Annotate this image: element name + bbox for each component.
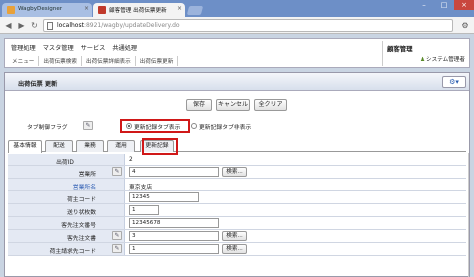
system-title: 顧客管理 (387, 45, 413, 53)
user-icon: ♟ (419, 57, 425, 63)
url-field[interactable]: localhost:8921/wagby/updateDelivery.do (43, 19, 453, 32)
tab-operation[interactable]: 運用 (107, 140, 135, 152)
back-icon[interactable]: ◀ (3, 20, 14, 31)
clear-all-button[interactable]: 全クリア (254, 99, 287, 111)
count-label: 送り状枚数 (67, 210, 96, 216)
wrench-icon[interactable]: ⚙ (459, 20, 471, 31)
system-box: 顧客管理 ♟システム管理者 (382, 41, 467, 66)
slip-search-button[interactable]: 検索... (222, 231, 247, 241)
field-label: 送り状枚数 (8, 204, 125, 216)
breadcrumb: メニュー 出荷伝票検索 出荷伝票詳細表示 出荷伝票更新 (8, 56, 179, 66)
favicon-icon (98, 6, 106, 14)
field-label: 客先注文書 (8, 230, 125, 242)
main-menu: 管理処理 マスタ管理 サービス 共通処理 (11, 43, 142, 52)
maximize-icon[interactable]: □ (434, 0, 454, 10)
field-label: 出荷ID (8, 154, 125, 166)
browser-tab-delivery-update[interactable]: 顧客管理 出荷伝票更新 × (93, 3, 185, 17)
highlight-box (120, 119, 190, 133)
field-label: 荷主コード (8, 191, 125, 203)
tab-business[interactable]: 業務 (76, 140, 104, 152)
page-icon (47, 22, 53, 30)
breadcrumb-update[interactable]: 出荷伝票更新 (136, 56, 179, 66)
form-grid: 出荷ID 2 営業所 ✎ 4 検索... 営業所名 東京支店 荷主コード 123… (8, 154, 466, 256)
help-icon[interactable]: ✎ (112, 231, 122, 240)
menu-item-common[interactable]: 共通処理 (112, 45, 137, 52)
browser-tab-bar: WagbyDesigner × 顧客管理 出荷伝票更新 × – □ × (0, 0, 474, 17)
form-row-slip: 客先注文書 ✎ 3 検索... (8, 230, 466, 243)
form-row-shop: 営業所 ✎ 4 検索... (8, 166, 466, 179)
billing-label: 荷主請求先コード (49, 249, 96, 255)
panel-title-bar: 出荷伝票 更新 ⚙▾ (5, 73, 469, 91)
favicon-icon (7, 6, 15, 14)
help-icon[interactable]: ✎ (112, 244, 122, 253)
help-icon[interactable]: ✎ (112, 167, 122, 176)
radio-hide-history-label[interactable]: 更新記録タブ非表示 (199, 122, 251, 131)
field-label: 荷主請求先コード (8, 243, 125, 255)
reload-icon[interactable]: ↻ (29, 20, 40, 31)
form-row-customer: 荷主コード 12345 (8, 191, 466, 204)
billing-search-button[interactable]: 検索... (222, 244, 247, 254)
field-label: 客先注文番号 (8, 217, 125, 229)
user-name: システム管理者 (426, 57, 465, 63)
new-tab-button[interactable] (186, 6, 204, 15)
close-tab-icon[interactable]: × (177, 5, 182, 12)
tab-delivery[interactable]: 配送 (45, 140, 73, 152)
url-path: :8921/wagby/updateDelivery.do (83, 22, 180, 29)
minimize-icon[interactable]: – (414, 0, 434, 10)
user-label[interactable]: ♟システム管理者 (420, 55, 465, 63)
app-header: 管理処理 マスタ管理 サービス 共通処理 メニュー 出荷伝票検索 出荷伝票詳細表示出… (4, 38, 470, 68)
order-label: 客先注文番号 (61, 223, 96, 229)
action-buttons: 保存 キャンセル 全クリア (5, 99, 469, 111)
tab-strip: 基本情報 配送 業務 運用 更新記録 (8, 139, 466, 153)
shop-input[interactable]: 4 (129, 167, 219, 177)
address-bar: ◀ ▶ ↻ localhost:8921/wagby/updateDeliver… (0, 17, 474, 34)
close-window-icon[interactable]: × (454, 0, 474, 10)
page-title: 出荷伝票 更新 (18, 81, 58, 88)
slip-count-input[interactable]: 1 (129, 205, 159, 215)
cancel-button[interactable]: キャンセル (216, 99, 250, 111)
help-icon[interactable]: ✎ (83, 121, 93, 130)
shopname-value: 東京支店 (129, 185, 153, 191)
tab-basic-info[interactable]: 基本情報 (8, 140, 42, 153)
customer-label: 荷主コード (67, 197, 96, 203)
field-label: 営業所名 (8, 179, 125, 191)
form-row-count: 送り状枚数 1 (8, 204, 466, 217)
highlight-box (142, 138, 178, 155)
save-button[interactable]: 保存 (186, 99, 212, 111)
gear-menu-button[interactable]: ⚙▾ (442, 76, 466, 88)
menu-item-service[interactable]: サービス (81, 45, 106, 52)
order-slip-input[interactable]: 3 (129, 231, 219, 241)
form-row-order: 客先注文番号 12345678 (8, 217, 466, 230)
browser-tab-wagby-designer[interactable]: WagbyDesigner × (2, 3, 92, 17)
close-tab-icon[interactable]: × (84, 5, 89, 12)
slip-label: 客先注文書 (67, 236, 96, 242)
tab-control-flag-label: タブ制御フラグ (27, 125, 68, 131)
main-panel: 出荷伝票 更新 ⚙▾ 保存 キャンセル 全クリア タブ制御フラグ ✎ 更新記録タ… (4, 72, 470, 277)
form-row-billing: 荷主請求先コード ✎ 1 検索... (8, 243, 466, 256)
scrollbar[interactable] (468, 153, 469, 277)
form-row-shopname: 営業所名 東京支店 (8, 179, 466, 191)
menu-item-master[interactable]: マスタ管理 (43, 45, 74, 52)
billing-code-input[interactable]: 1 (129, 244, 219, 254)
tab-control-flag-row: タブ制御フラグ ✎ 更新記録タブ表示 更新記録タブ非表示 (5, 119, 469, 133)
id-value: 2 (129, 157, 133, 163)
breadcrumb-menu[interactable]: メニュー (8, 56, 40, 66)
breadcrumb-search[interactable]: 出荷伝票検索 (39, 56, 82, 66)
order-number-input[interactable]: 12345678 (129, 218, 219, 228)
browser-tab-title: WagbyDesigner (18, 6, 63, 12)
form-row-id: 出荷ID 2 (8, 154, 466, 166)
browser-tab-title: 顧客管理 出荷伝票更新 (109, 8, 167, 14)
shop-label: 営業所 (78, 172, 96, 178)
field-label: 営業所 (8, 166, 125, 178)
customer-code-input[interactable]: 12345 (129, 192, 199, 202)
menu-item-admin[interactable]: 管理処理 (11, 45, 36, 52)
radio-hide-history-tab[interactable] (191, 123, 197, 129)
url-host: localhost (57, 22, 84, 29)
shop-search-button[interactable]: 検索... (222, 167, 247, 177)
forward-icon[interactable]: ▶ (16, 20, 27, 31)
breadcrumb-detail[interactable]: 出荷伝票詳細表示 (82, 56, 136, 66)
